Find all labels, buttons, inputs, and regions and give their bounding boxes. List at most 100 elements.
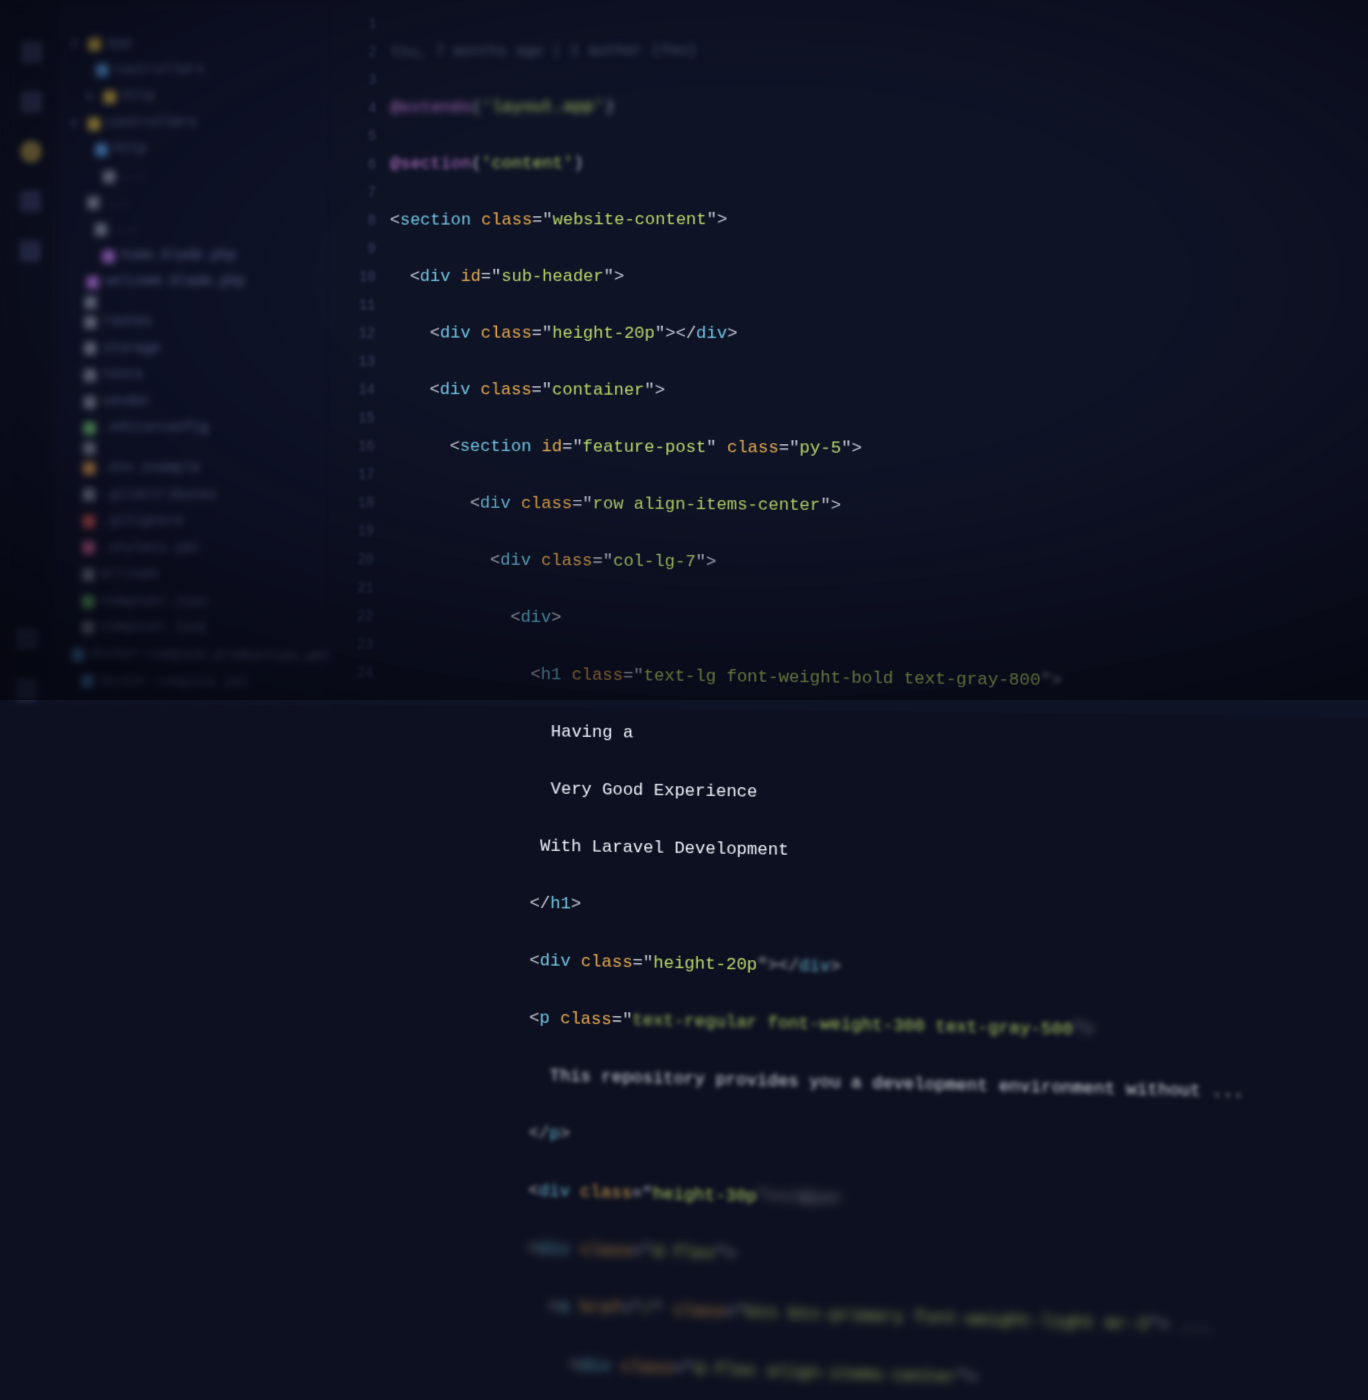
gear-icon[interactable] <box>16 678 38 700</box>
explorer-item-label: docker-compose.yml <box>100 669 249 698</box>
file-icon <box>84 369 97 382</box>
explorer-item[interactable]: ▸app <box>67 29 324 57</box>
explorer-item[interactable]: routes <box>64 309 321 336</box>
file-icon <box>95 144 108 157</box>
explorer-item[interactable]: composer.json <box>62 588 320 617</box>
code-area[interactable]: You, 7 months ago | 1 author (You) @exte… <box>387 0 1242 715</box>
line-number: 7 <box>330 179 376 207</box>
explorer-item[interactable]: composer.lock <box>62 615 320 644</box>
explorer-item-label: docker-compose.production.yml <box>90 642 330 672</box>
explorer-item-label: composer.json <box>100 588 208 616</box>
line-number: 9 <box>330 236 376 264</box>
ext-icon[interactable] <box>19 240 41 262</box>
file-icon <box>84 342 97 355</box>
file-icon <box>83 395 96 408</box>
account-icon[interactable] <box>16 628 38 650</box>
code-text: This repository provides you a developme… <box>550 1067 1244 1103</box>
chevron-icon: ▸ <box>88 87 98 108</box>
explorer-item[interactable]: controllers <box>67 56 324 84</box>
explorer-item[interactable]: home.blade.php <box>65 243 322 270</box>
file-icon <box>72 648 85 661</box>
explorer-item-label: home.blade.php <box>121 243 237 270</box>
line-number: 2 <box>331 39 377 67</box>
file-icon <box>83 422 96 435</box>
line-number: 20 <box>328 546 374 575</box>
explorer-item-label: composer.lock <box>100 615 208 643</box>
explorer-item[interactable]: ... <box>66 163 323 190</box>
explorer-item[interactable]: http <box>66 136 323 164</box>
explorer-item-label: .gitignore <box>101 508 184 535</box>
line-number: 6 <box>331 151 377 179</box>
explorer-item-label: http <box>114 137 147 164</box>
explorer-item-label: ... <box>105 190 130 217</box>
file-icon <box>83 442 96 455</box>
explorer-item[interactable]: welcome.blade.php <box>65 269 322 296</box>
line-number: 17 <box>329 461 375 490</box>
file-icon <box>83 462 96 475</box>
blade-directive: @section <box>390 155 471 174</box>
explorer-item[interactable]: .env.example <box>63 455 321 483</box>
code-text: Very Good Experience <box>551 780 758 803</box>
explorer-item-label: app <box>107 31 132 58</box>
explorer-item[interactable]: .gitattributes <box>63 481 321 509</box>
explorer-item-label: tests <box>102 362 143 389</box>
code-text: With Laravel Development <box>540 837 789 861</box>
file-icon <box>88 117 101 130</box>
file-icon <box>82 595 95 608</box>
explorer-item[interactable]: ▸ controllers <box>66 109 323 137</box>
explorer-item-label: .styleci.yml <box>101 535 200 563</box>
file-icon <box>87 197 100 210</box>
explorer-item[interactable]: storage <box>64 335 322 362</box>
explorer-item-label: welcome.blade.php <box>105 269 245 296</box>
explorer-item-label: controllers <box>106 110 197 137</box>
explorer-item[interactable] <box>65 296 322 309</box>
chevron-icon: ▸ <box>72 113 82 134</box>
explorer-item-label: artisan <box>101 562 159 589</box>
blade-directive: @extends <box>390 99 471 119</box>
code-editor[interactable]: 123456789101112131415161718192021222324 … <box>328 0 1368 717</box>
explorer-item[interactable]: ... <box>65 189 322 216</box>
file-icon <box>102 250 115 263</box>
file-icon <box>103 91 116 104</box>
file-icon <box>94 223 107 236</box>
file-icon <box>84 296 97 309</box>
line-number: 15 <box>329 405 375 433</box>
explorer-item[interactable] <box>63 442 321 456</box>
explorer-item-label: controllers <box>114 57 205 84</box>
explorer-item-label: .env.example <box>101 455 200 482</box>
explorer-item[interactable]: docker-compose.production.yml <box>62 641 320 671</box>
explorer-item[interactable]: ▸http <box>66 83 323 111</box>
files-icon[interactable] <box>21 41 43 63</box>
line-number: 18 <box>329 490 375 519</box>
explorer-item[interactable]: artisan <box>62 561 320 590</box>
file-explorer[interactable]: ▸appcontrollers▸http▸controllershttp....… <box>52 0 332 704</box>
explorer-item-label: vendor <box>102 389 152 416</box>
explorer-item[interactable]: .gitignore <box>63 508 321 537</box>
line-number: 8 <box>330 208 376 236</box>
file-icon <box>84 316 97 329</box>
debug-icon[interactable] <box>20 190 42 212</box>
explorer-item[interactable]: .styleci.yml <box>63 535 321 564</box>
git-blame-annotation: You, 7 months ago | 1 author (You) <box>391 33 1241 67</box>
line-number: 4 <box>331 95 377 123</box>
file-icon <box>82 515 95 528</box>
explorer-item[interactable]: vendor <box>64 389 322 417</box>
explorer-item-label: routes <box>102 309 152 336</box>
line-number: 24 <box>328 659 374 688</box>
explorer-item[interactable]: ... <box>65 216 322 243</box>
explorer-item[interactable]: .editorconfig <box>64 415 322 443</box>
search-icon[interactable] <box>21 91 43 113</box>
file-icon <box>86 276 99 289</box>
file-icon <box>81 675 94 688</box>
line-number: 21 <box>328 574 374 603</box>
file-icon <box>96 64 109 77</box>
file-icon <box>83 488 96 501</box>
explorer-item[interactable]: docker-compose.yml <box>61 668 319 698</box>
scm-icon[interactable] <box>20 141 42 163</box>
line-number: 22 <box>328 603 374 632</box>
activity-bar[interactable] <box>1 2 58 701</box>
explorer-item[interactable]: tests <box>64 362 322 389</box>
file-icon <box>82 568 95 581</box>
line-number: 19 <box>329 518 375 547</box>
line-number: 5 <box>331 123 377 151</box>
